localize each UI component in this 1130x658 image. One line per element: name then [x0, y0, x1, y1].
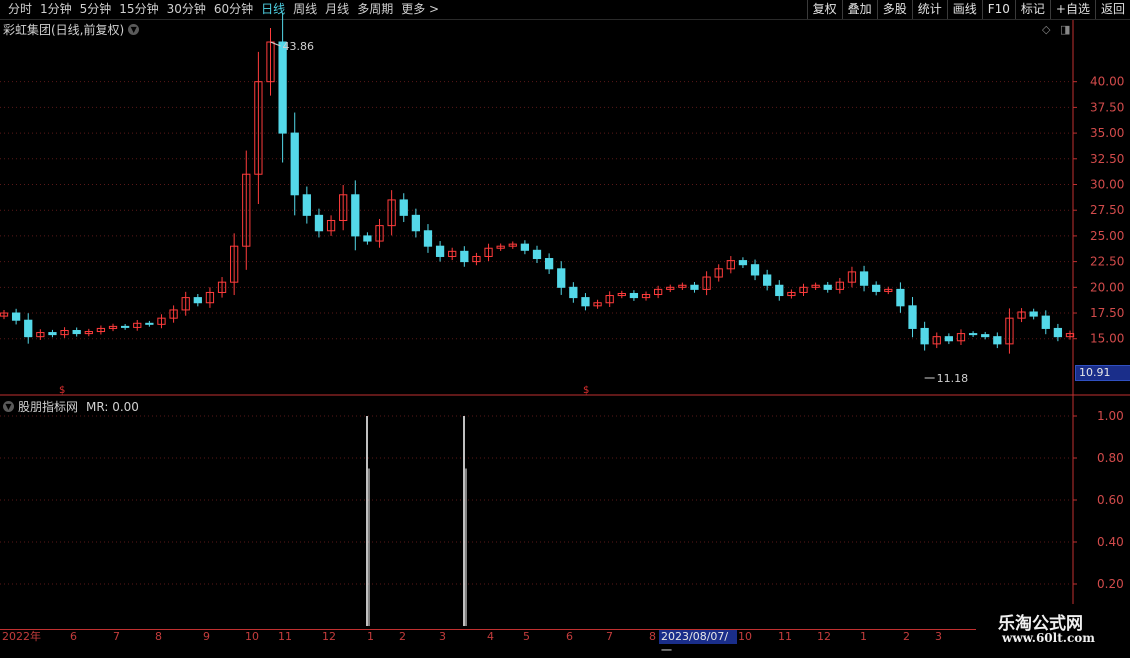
- date-tick-8: 1: [367, 630, 374, 643]
- date-tick-9: 2: [399, 630, 406, 643]
- candle-body: [399, 199, 408, 216]
- candle-body: [872, 284, 881, 292]
- candle-body: [944, 336, 953, 342]
- date-tick-3: 8: [155, 630, 162, 643]
- y-tick-label: 15.00: [1090, 332, 1124, 346]
- date-tick-20: 1: [860, 630, 867, 643]
- indicator-mr-label: MR: 0.00: [86, 399, 139, 414]
- date-tick-14: 7: [606, 630, 613, 643]
- candle-body: [290, 132, 299, 196]
- date-tick-12: 5: [523, 630, 530, 643]
- date-tick-1: 6: [70, 630, 77, 643]
- candle-body: [532, 249, 542, 260]
- candle-body: [763, 274, 772, 286]
- indicator-y-tick-label: 0.80: [1097, 451, 1124, 465]
- candle-body: [278, 41, 287, 134]
- y-tick-label: 32.50: [1090, 152, 1124, 166]
- candle-body: [690, 284, 699, 290]
- candle-body: [981, 334, 990, 338]
- y-tick-label: 37.50: [1090, 100, 1124, 114]
- y-tick-label: 22.50: [1090, 255, 1124, 269]
- candle-body: [738, 260, 748, 266]
- date-tick-4: 9: [203, 630, 210, 643]
- date-tick-16: 2023/08/07/一: [659, 630, 737, 657]
- indicator-y-tick-label: 0.20: [1097, 577, 1124, 591]
- y-tick-label: 17.50: [1090, 306, 1124, 320]
- candle-body: [968, 333, 978, 336]
- indicator-title: 股朋指标网: [18, 400, 79, 414]
- candle-body: [435, 245, 445, 257]
- candle-body: [1029, 311, 1038, 317]
- date-tick-19: 12: [817, 630, 831, 643]
- date-tick-10: 3: [439, 630, 446, 643]
- date-tick-6: 11: [278, 630, 292, 643]
- candle-body: [423, 230, 433, 247]
- candle-body: [11, 312, 21, 321]
- candle-body: [544, 258, 554, 270]
- candle-body: [896, 288, 905, 307]
- date-tick-17: 10: [738, 630, 752, 643]
- indicator-y-tick-label: 0.40: [1097, 535, 1124, 549]
- candle-body: [363, 235, 372, 242]
- candle-body: [351, 194, 360, 237]
- y-tick-label: 35.00: [1090, 126, 1124, 140]
- candle-body: [193, 297, 202, 304]
- candle-body: [920, 327, 929, 345]
- candle-body: [121, 325, 130, 328]
- candle-body: [908, 305, 917, 329]
- y-tick-label: 27.50: [1090, 203, 1124, 217]
- date-tick-5: 10: [245, 630, 259, 643]
- indicator-y-tick-label: 1.00: [1097, 409, 1124, 423]
- y-tick-label: 40.00: [1090, 75, 1124, 89]
- candle-body: [629, 292, 639, 299]
- candle-body: [460, 250, 469, 263]
- date-tick-22: 3: [935, 630, 942, 643]
- current-price-tag: 10.91: [1075, 365, 1130, 381]
- chevron-down-icon[interactable]: ▼: [3, 401, 14, 412]
- date-tick-11: 4: [487, 630, 494, 643]
- candle-body: [557, 268, 566, 288]
- candle-body: [750, 264, 760, 276]
- candle-body: [775, 284, 784, 297]
- candle-body: [581, 297, 590, 307]
- indicator-y-tick-label: 0.60: [1097, 493, 1124, 507]
- candle-body: [520, 243, 530, 251]
- dividend-icon: $: [59, 385, 65, 396]
- candle-body: [859, 271, 869, 286]
- candle-body: [411, 214, 420, 232]
- watermark-url: www.60lt.com: [1002, 631, 1095, 645]
- y-tick-label: 30.00: [1090, 178, 1124, 192]
- date-tick-7: 12: [322, 630, 336, 643]
- indicator-title-row: ▼ 股朋指标网 MR: 0.00: [3, 398, 139, 415]
- dividend-icon: $: [583, 385, 589, 396]
- y-tick-label: 25.00: [1090, 229, 1124, 243]
- candle-body: [823, 284, 832, 290]
- candle-body: [48, 332, 57, 336]
- candle-body: [24, 319, 33, 338]
- candle-body: [302, 194, 311, 216]
- candle-body: [72, 329, 81, 335]
- date-tick-13: 6: [566, 630, 573, 643]
- high-label: 43.86: [283, 40, 315, 53]
- candle-body: [1041, 315, 1050, 329]
- date-tick-0: 2022年: [2, 630, 41, 643]
- date-tick-18: 11: [778, 630, 792, 643]
- candle-body: [993, 336, 1002, 345]
- candle-body: [314, 214, 324, 232]
- date-tick-2: 7: [113, 630, 120, 643]
- price-chart: 40.00 37.50 35.00 32.50 30.00 27.50 25.00 22.50…: [0, 12, 1130, 628]
- candle-body: [145, 322, 154, 325]
- date-tick-15: 8: [649, 630, 656, 643]
- date-tick-21: 2: [903, 630, 910, 643]
- y-tick-label: 20.00: [1090, 280, 1124, 294]
- candle-body: [1053, 327, 1063, 338]
- low-label: 11.18: [937, 372, 969, 385]
- candle-body: [569, 286, 578, 299]
